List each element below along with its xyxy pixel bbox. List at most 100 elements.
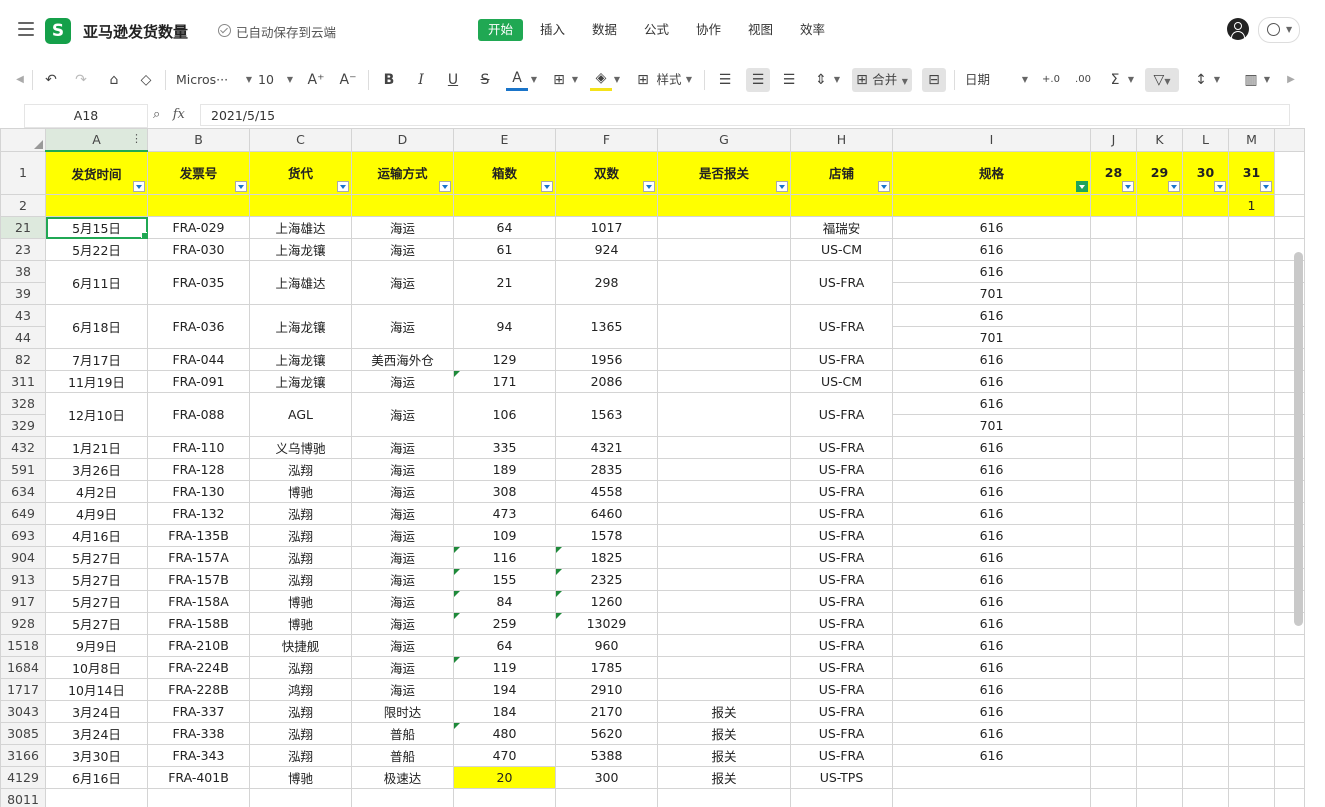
spec-cell[interactable]: 616 [892, 656, 1091, 679]
cell[interactable] [1274, 700, 1305, 723]
forwarder-cell[interactable]: 义乌博驰 [249, 436, 352, 459]
day-cell[interactable] [1228, 436, 1275, 459]
invoice-cell[interactable]: FRA-035 [147, 260, 250, 305]
row-header[interactable]: 928 [0, 612, 46, 635]
day-cell[interactable] [1090, 480, 1137, 503]
boxes-cell[interactable]: 184 [453, 700, 556, 723]
spec-cell[interactable]: 616 [892, 678, 1091, 701]
forwarder-cell[interactable]: 泓翔 [249, 744, 352, 767]
filter-dropdown-icon[interactable] [439, 181, 451, 192]
day-cell[interactable] [1136, 480, 1183, 503]
spec-cell[interactable]: 616 [892, 436, 1091, 459]
row-header[interactable]: 591 [0, 458, 46, 481]
style-caret-icon[interactable]: ▼ [684, 68, 694, 92]
day-cell[interactable] [1182, 370, 1229, 393]
store-cell[interactable]: US-TPS [790, 766, 893, 789]
invoice-cell[interactable]: FRA-343 [147, 744, 250, 767]
spec-cell[interactable]: 616 [892, 348, 1091, 371]
ship-date-cell[interactable]: 3月26日 [45, 458, 148, 481]
store-cell[interactable]: US-FRA [790, 458, 893, 481]
row-header[interactable]: 311 [0, 370, 46, 393]
spec-cell[interactable]: 616 [892, 458, 1091, 481]
customs-cell[interactable] [657, 590, 791, 613]
store-cell[interactable]: US-FRA [790, 436, 893, 459]
header-cell[interactable]: 双数 [555, 150, 658, 195]
spec-cell[interactable]: 616 [892, 612, 1091, 635]
ship-date-cell[interactable]: 6月16日 [45, 766, 148, 789]
store-cell[interactable]: US-FRA [790, 260, 893, 305]
cell[interactable] [1274, 722, 1305, 745]
boxes-cell[interactable]: 94 [453, 304, 556, 349]
ship-date-cell[interactable]: 5月15日 [45, 216, 148, 239]
pairs-cell[interactable]: 4321 [555, 436, 658, 459]
store-cell[interactable]: US-CM [790, 370, 893, 393]
store-cell[interactable]: US-FRA [790, 634, 893, 657]
day-cell[interactable] [1228, 744, 1275, 767]
increase-decimal-icon[interactable]: +.0 [1040, 68, 1062, 92]
day-cell[interactable] [1090, 590, 1137, 613]
day-cell[interactable] [1182, 238, 1229, 261]
forwarder-cell[interactable]: 泓翔 [249, 546, 352, 569]
forwarder-cell[interactable]: 上海龙镶 [249, 370, 352, 393]
ship-date-cell[interactable]: 11月19日 [45, 370, 148, 393]
day-cell[interactable] [1182, 304, 1229, 327]
day-cell[interactable] [1136, 590, 1183, 613]
cell[interactable] [249, 788, 352, 807]
ship-date-cell[interactable]: 5月27日 [45, 568, 148, 591]
day-cell[interactable] [1136, 216, 1183, 239]
ship-date-cell[interactable]: 4月9日 [45, 502, 148, 525]
day-cell[interactable] [1182, 744, 1229, 767]
transport-cell[interactable]: 海运 [351, 392, 454, 437]
active-filter-icon[interactable] [1076, 181, 1088, 192]
row-header[interactable]: 328 [0, 392, 46, 415]
store-cell[interactable]: US-FRA [790, 524, 893, 547]
ship-date-cell[interactable]: 10月14日 [45, 678, 148, 701]
forwarder-cell[interactable]: 泓翔 [249, 524, 352, 547]
day-cell[interactable] [1182, 656, 1229, 679]
avatar[interactable] [1227, 18, 1249, 40]
day-cell[interactable] [1182, 678, 1229, 701]
sum-icon[interactable]: Σ [1104, 68, 1126, 92]
customs-cell[interactable] [657, 436, 791, 459]
day-cell[interactable] [1090, 414, 1137, 437]
spec-cell[interactable]: 616 [892, 216, 1091, 239]
boxes-cell[interactable]: 259 [453, 612, 556, 635]
day-cell[interactable] [1228, 612, 1275, 635]
cell[interactable] [1182, 194, 1229, 217]
boxes-cell[interactable]: 116 [453, 546, 556, 569]
transport-cell[interactable]: 海运 [351, 634, 454, 657]
zoom-search-icon[interactable]: ⌕ [153, 107, 160, 122]
day-cell[interactable] [1090, 326, 1137, 349]
boxes-cell[interactable]: 106 [453, 392, 556, 437]
pairs-cell[interactable]: 1578 [555, 524, 658, 547]
menu-icon[interactable] [18, 22, 34, 36]
spec-cell[interactable]: 616 [892, 260, 1091, 283]
invoice-cell[interactable]: FRA-158A [147, 590, 250, 613]
format-painter-icon[interactable]: ⌂ [103, 68, 125, 92]
cell[interactable] [45, 788, 148, 807]
row-header[interactable]: 3166 [0, 744, 46, 767]
filter-dropdown-icon[interactable] [337, 181, 349, 192]
pairs-cell[interactable]: 6460 [555, 502, 658, 525]
column-header-j[interactable]: J [1090, 128, 1137, 152]
day-cell[interactable] [1090, 612, 1137, 635]
font-size-caret-icon[interactable]: ▼ [285, 68, 295, 92]
day-cell[interactable] [1090, 634, 1137, 657]
header-cell[interactable]: 店铺 [790, 150, 893, 195]
invoice-cell[interactable]: FRA-135B [147, 524, 250, 547]
transport-cell[interactable]: 海运 [351, 216, 454, 239]
select-all-corner[interactable] [0, 128, 46, 152]
cell[interactable] [657, 194, 791, 217]
row-header[interactable]: 44 [0, 326, 46, 349]
day-cell[interactable] [1090, 348, 1137, 371]
fill-color-caret-icon[interactable]: ▼ [612, 68, 622, 92]
transport-cell[interactable]: 海运 [351, 238, 454, 261]
transport-cell[interactable]: 海运 [351, 656, 454, 679]
forwarder-cell[interactable]: 泓翔 [249, 700, 352, 723]
number-format-caret-icon[interactable]: ▼ [1020, 68, 1030, 92]
history-button[interactable]: ▼ [1258, 17, 1300, 43]
invoice-cell[interactable]: FRA-401B [147, 766, 250, 789]
day-cell[interactable] [1136, 744, 1183, 767]
column-header-k[interactable]: K [1136, 128, 1183, 152]
invoice-cell[interactable]: FRA-036 [147, 304, 250, 349]
